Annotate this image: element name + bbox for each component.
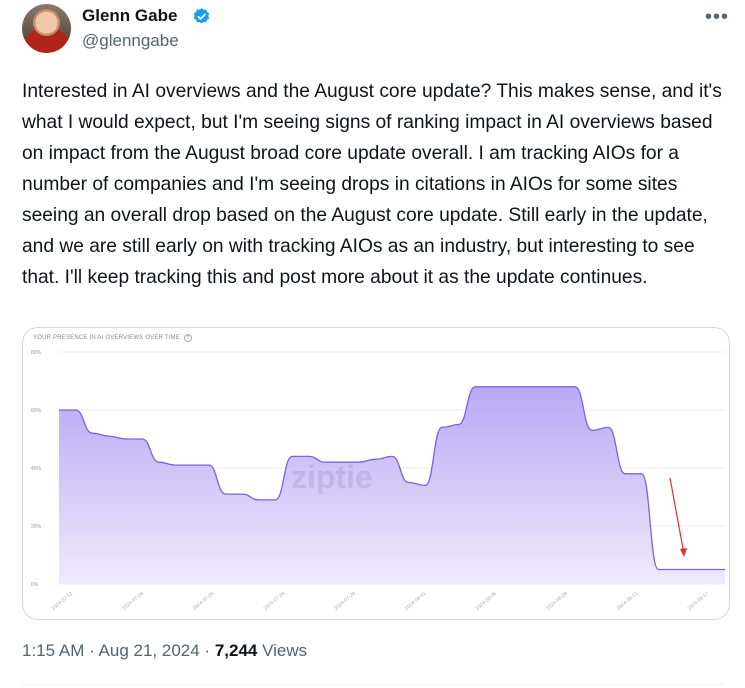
x-tick-label: 2024-08-17: [687, 591, 711, 612]
tweet-text: Interested in AI overviews and the Augus…: [22, 81, 722, 288]
x-tick-label: 2024-08-09: [545, 591, 569, 612]
x-tick-label: 2024-08-13: [616, 591, 640, 612]
x-tick-label: 2024-07-28: [333, 591, 357, 612]
series-area: [59, 386, 725, 584]
annotation-arrowhead: [680, 548, 687, 557]
y-tick-label: 80%: [31, 350, 42, 356]
x-tick-label: 2024-08-05: [475, 591, 499, 612]
annotation-arrow: [669, 477, 685, 555]
x-tick-label: 2024-07-24: [263, 591, 287, 612]
author-handle[interactable]: @glenngabe: [82, 31, 179, 51]
area-chart: 0% 20% 40% 60% 80% 2024-07-12 2024-07-16 2024-0…: [31, 350, 725, 612]
chart-image-card[interactable]: YOUR PRESENCE IN AI OVERVIEWS OVER TIME?…: [22, 327, 730, 620]
author-name[interactable]: Glenn Gabe: [82, 6, 177, 26]
y-tick-label: 20%: [31, 524, 42, 530]
tweet-time[interactable]: 1:15 AM: [22, 641, 84, 660]
verified-badge-icon: [193, 8, 210, 24]
views-label: Views: [257, 641, 308, 660]
y-tick-label: 60%: [31, 408, 42, 414]
divider: [22, 684, 724, 685]
views-count: 7,244: [214, 641, 258, 660]
x-tick-label: 2024-07-20: [192, 591, 216, 612]
watermark: ziptie: [291, 459, 373, 495]
more-options-icon[interactable]: •••: [705, 6, 729, 29]
y-tick-label: 0%: [31, 582, 39, 588]
tweet-meta: 1:15 AM · Aug 21, 2024 · 7,244 Views: [22, 641, 308, 660]
y-tick-label: 40%: [31, 466, 42, 472]
x-tick-label: 2024-07-12: [51, 591, 75, 612]
x-tick-label: 2024-07-16: [121, 591, 145, 612]
x-tick-label: 2024-08-01: [404, 591, 428, 612]
tweet-date[interactable]: Aug 21, 2024: [99, 641, 200, 660]
avatar[interactable]: [22, 4, 71, 53]
